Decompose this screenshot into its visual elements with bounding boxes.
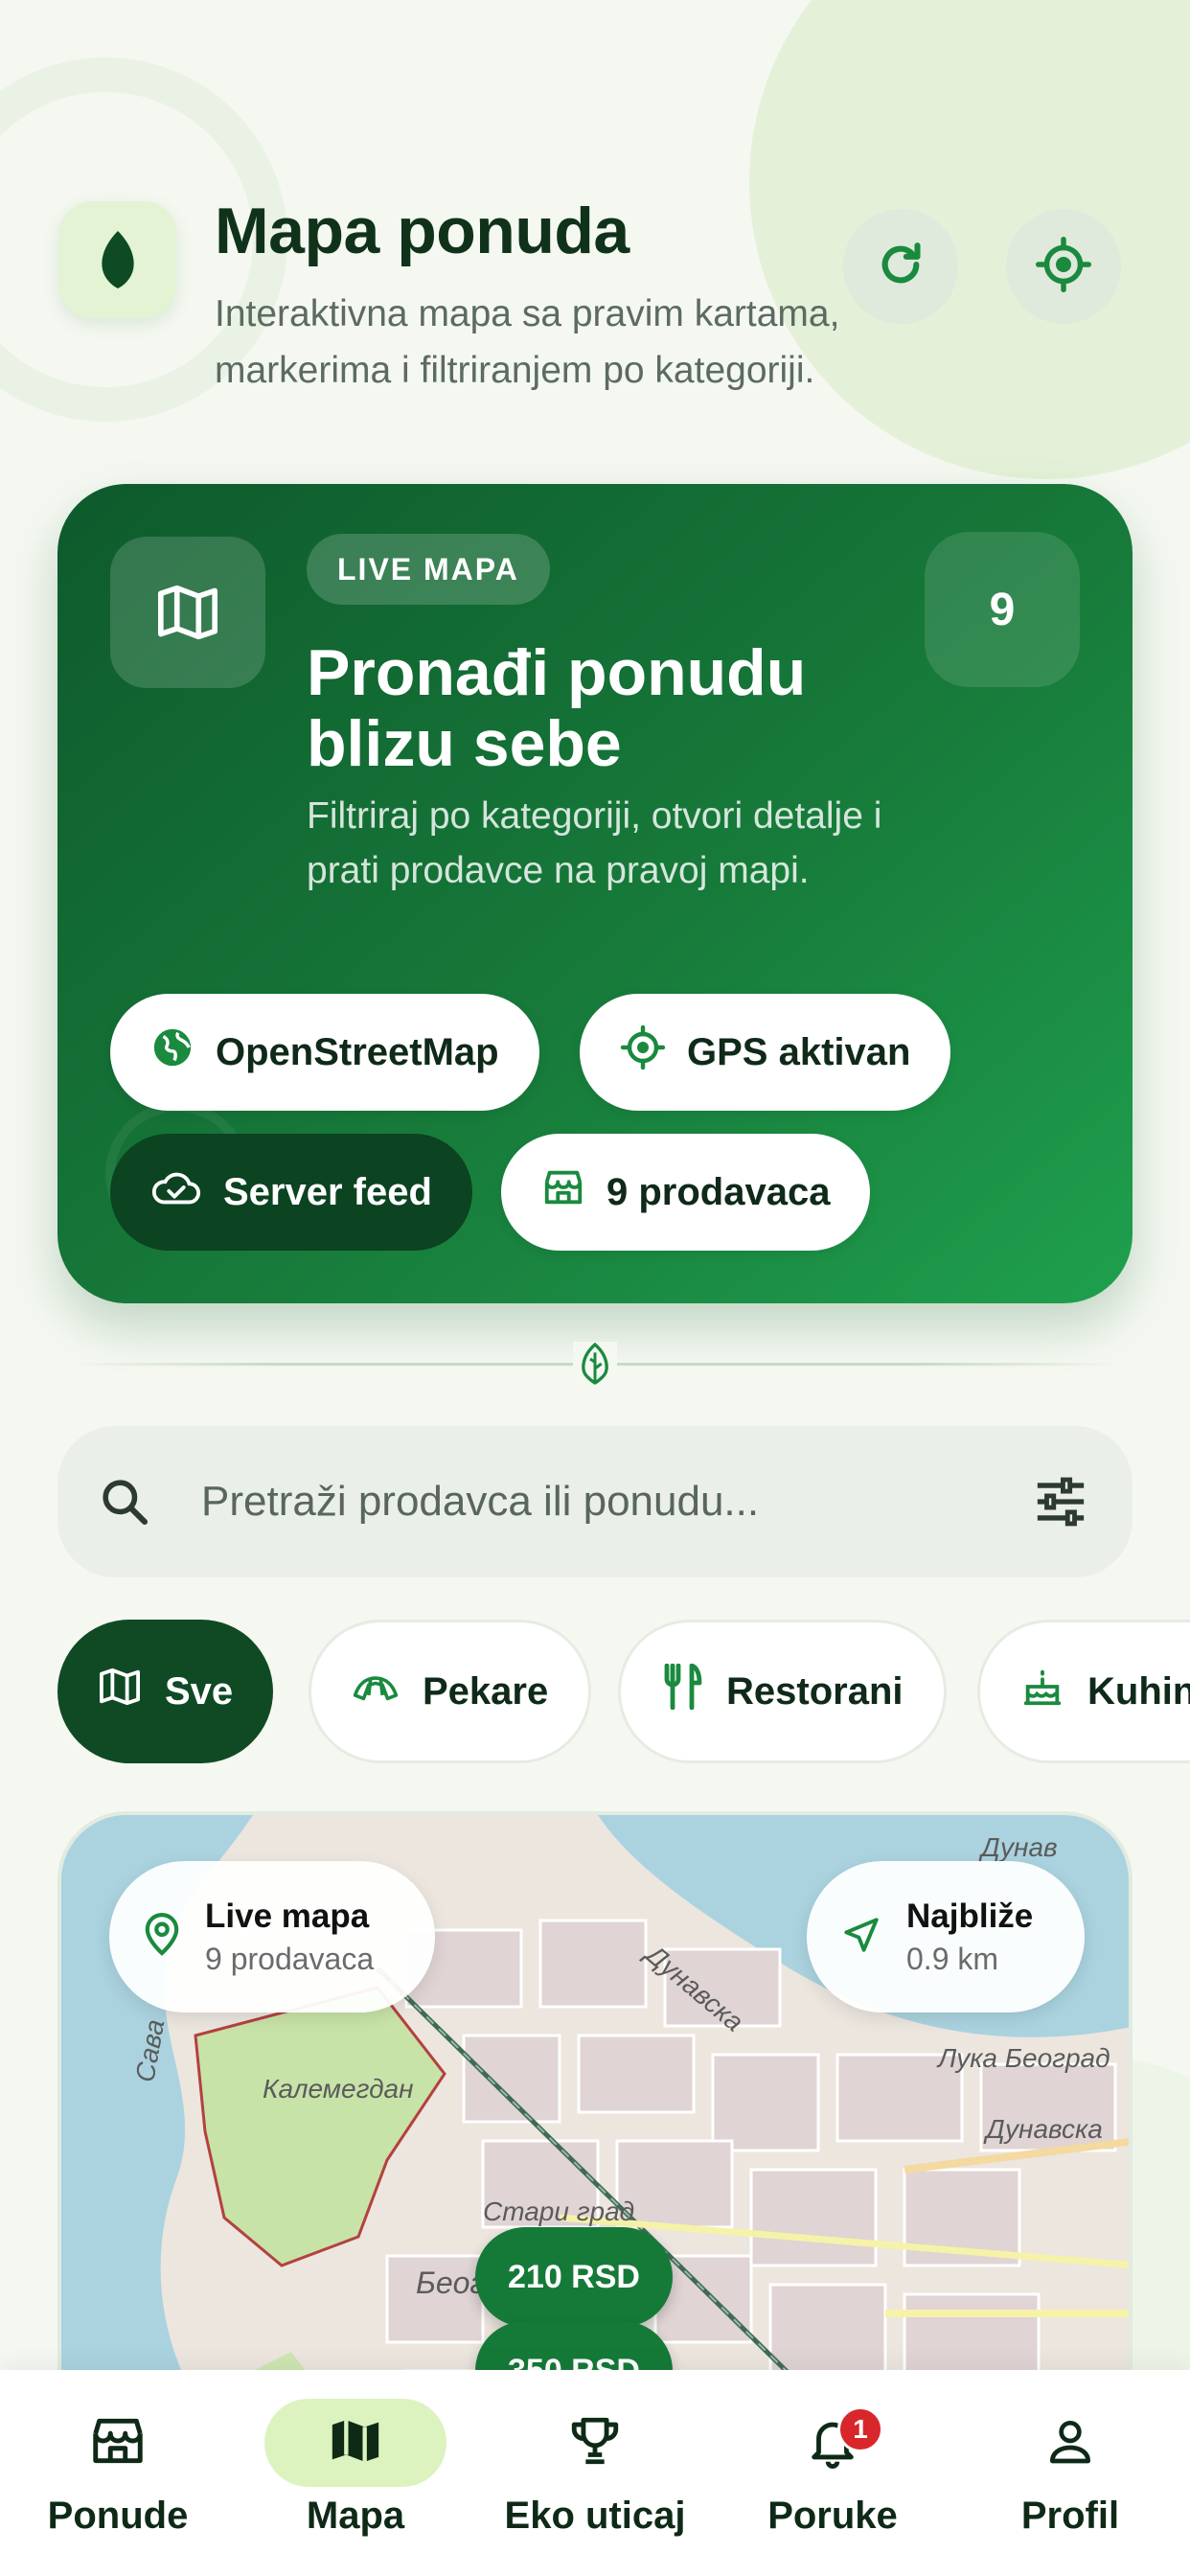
cutlery-icon bbox=[661, 1663, 703, 1719]
globe-icon bbox=[150, 1025, 195, 1079]
gps-target-icon bbox=[1035, 236, 1092, 298]
map-label-stari-grad: Стари град bbox=[483, 2196, 635, 2226]
nearest-distance: 0.9 km bbox=[906, 1941, 999, 1976]
hero-card: LIVE MAPA 9 Pronađi ponudu blizu sebe Fi… bbox=[57, 484, 1133, 1303]
refresh-icon bbox=[874, 238, 927, 296]
nav-label: Mapa bbox=[306, 2495, 405, 2537]
category-chip-kuhinja[interactable]: Kuhinja bbox=[977, 1620, 1190, 1763]
category-label: Restorani bbox=[726, 1669, 904, 1713]
map-label-kalemegdan: Калемегдан bbox=[263, 2074, 414, 2104]
map-icon bbox=[98, 1667, 142, 1716]
category-label: Kuhinja bbox=[1087, 1669, 1190, 1713]
store-icon bbox=[541, 1165, 585, 1219]
map-label-luka-beograd: Лука Београд bbox=[938, 2043, 1110, 2073]
nav-label: Poruke bbox=[767, 2495, 898, 2537]
trophy-icon bbox=[567, 2413, 623, 2473]
cake-icon bbox=[1020, 1665, 1064, 1718]
category-chip-pekare[interactable]: Pekare bbox=[309, 1620, 592, 1763]
nearest-info-chip[interactable]: Najbliže 0.9 km bbox=[807, 1861, 1085, 2012]
map-label-dunavska-2: Дунавска bbox=[986, 2114, 1103, 2144]
gps-target-icon bbox=[620, 1024, 666, 1080]
cloud-check-icon bbox=[150, 1167, 202, 1217]
sellers-count-pill[interactable]: 9 prodavaca bbox=[501, 1134, 871, 1251]
category-label: Pekare bbox=[423, 1669, 549, 1713]
hero-title: Pronađi ponudu blizu sebe bbox=[307, 636, 807, 780]
live-map-subtitle: 9 prodavaca bbox=[205, 1941, 375, 1976]
croissant-icon bbox=[352, 1669, 400, 1714]
category-chip-sve[interactable]: Sve bbox=[57, 1620, 274, 1763]
person-icon bbox=[1043, 2413, 1097, 2473]
leaf-icon bbox=[59, 201, 176, 318]
gps-active-pill[interactable]: GPS aktivan bbox=[580, 994, 951, 1111]
navigation-arrow-icon bbox=[841, 1915, 881, 1960]
nav-label: Ponude bbox=[47, 2495, 189, 2537]
search-icon bbox=[96, 1473, 153, 1530]
category-filter-row: Sve Pekare Restorani Kuhinja bbox=[57, 1620, 1190, 1763]
filter-sliders-icon[interactable] bbox=[1027, 1468, 1094, 1535]
map-icon bbox=[328, 2414, 383, 2472]
map-icon bbox=[110, 537, 265, 688]
leaf-icon bbox=[573, 1342, 617, 1386]
category-label: Sve bbox=[165, 1669, 234, 1713]
server-feed-label: Server feed bbox=[223, 1170, 432, 1213]
nav-label: Profil bbox=[1020, 2495, 1120, 2537]
nav-item-eko-uticaj[interactable]: Eko uticaj bbox=[501, 2370, 689, 2576]
search-input[interactable] bbox=[201, 1478, 1027, 1526]
category-chip-restorani[interactable]: Restorani bbox=[618, 1620, 947, 1763]
live-map-chip: LIVE MAPA bbox=[307, 534, 550, 605]
page-title: Mapa ponuda bbox=[215, 195, 629, 267]
bottom-navigation: Ponude Mapa Eko uticaj 1 Poruke Profil bbox=[0, 2370, 1190, 2576]
page-subtitle: Interaktivna mapa sa pravim kartama, mar… bbox=[215, 293, 840, 391]
nav-label: Eko uticaj bbox=[504, 2495, 686, 2537]
nav-item-ponude[interactable]: Ponude bbox=[27, 2370, 209, 2576]
live-map-info-chip[interactable]: Live mapa 9 prodavaca bbox=[109, 1861, 435, 2012]
search-bar[interactable] bbox=[57, 1426, 1133, 1577]
sellers-count-label: 9 prodavaca bbox=[606, 1170, 831, 1213]
notification-badge: 1 bbox=[837, 2406, 883, 2452]
nav-item-mapa[interactable]: Mapa bbox=[264, 2370, 446, 2576]
nav-item-profil[interactable]: Profil bbox=[979, 2370, 1161, 2576]
gps-active-label: GPS aktivan bbox=[687, 1030, 911, 1073]
page-header: Mapa ponuda Interaktivna mapa sa pravim … bbox=[0, 144, 1190, 460]
openstreetmap-pill[interactable]: OpenStreetMap bbox=[110, 994, 539, 1111]
locate-button[interactable] bbox=[1006, 209, 1121, 324]
nav-item-poruke[interactable]: 1 Poruke bbox=[742, 2370, 924, 2576]
nearest-title: Najbliže bbox=[906, 1897, 1034, 1935]
live-map-title: Live mapa bbox=[205, 1897, 370, 1935]
server-feed-pill[interactable]: Server feed bbox=[110, 1134, 472, 1251]
refresh-button[interactable] bbox=[843, 209, 958, 324]
price-marker[interactable]: 210 RSD bbox=[475, 2227, 673, 2327]
store-icon bbox=[88, 2411, 148, 2475]
location-pin-icon bbox=[144, 1912, 180, 1962]
map-label-dunav: Дунав bbox=[981, 1832, 1058, 1862]
seller-count-badge: 9 bbox=[925, 532, 1080, 687]
hero-description: Filtriraj po kategoriji, otvori detalje … bbox=[307, 795, 882, 891]
openstreetmap-label: OpenStreetMap bbox=[216, 1030, 499, 1073]
